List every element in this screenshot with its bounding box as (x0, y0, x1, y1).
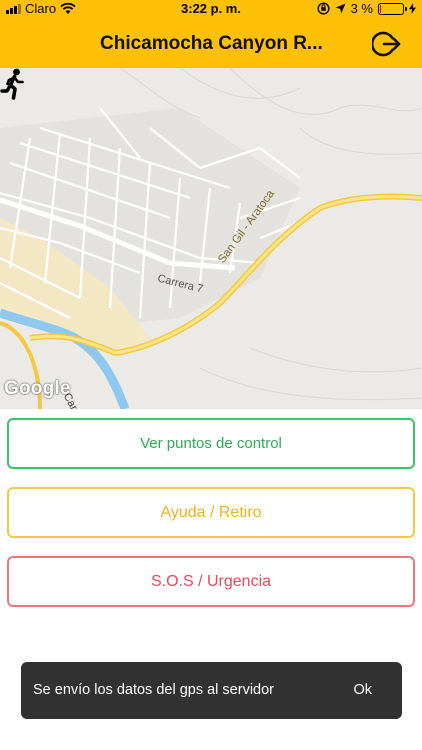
control-points-button[interactable]: Ver puntos de control (7, 418, 415, 469)
battery-icon (378, 2, 407, 15)
snackbar-message: Se envío los datos del gps al servidor (33, 682, 274, 698)
page-title: Chicamocha Canyon R... (100, 33, 323, 54)
app-header: Claro 3:22 p. m. 3 % Chicamocha Canyon R… (0, 0, 422, 68)
help-retire-button[interactable]: Ayuda / Retiro (7, 487, 415, 538)
charging-bolt-icon (409, 3, 416, 14)
battery-percent: 3 % (350, 1, 373, 16)
snackbar: Se envío los datos del gps al servidor O… (21, 662, 402, 719)
snackbar-ok-button[interactable]: Ok (353, 662, 372, 719)
status-bar: Claro 3:22 p. m. 3 % (0, 0, 422, 18)
sos-emergency-button[interactable]: S.O.S / Urgencia (7, 556, 415, 607)
map-view[interactable]: Carrera 7 San Gil - Aratoca Carrer Googl… (0, 68, 422, 409)
map-tiles (0, 68, 422, 409)
battery-level-fill (380, 4, 381, 13)
logout-icon[interactable] (372, 29, 402, 59)
google-logo: Google (4, 378, 71, 399)
walking-person-icon[interactable] (0, 68, 26, 100)
location-arrow-icon (335, 3, 346, 14)
orientation-lock-icon (317, 2, 330, 15)
